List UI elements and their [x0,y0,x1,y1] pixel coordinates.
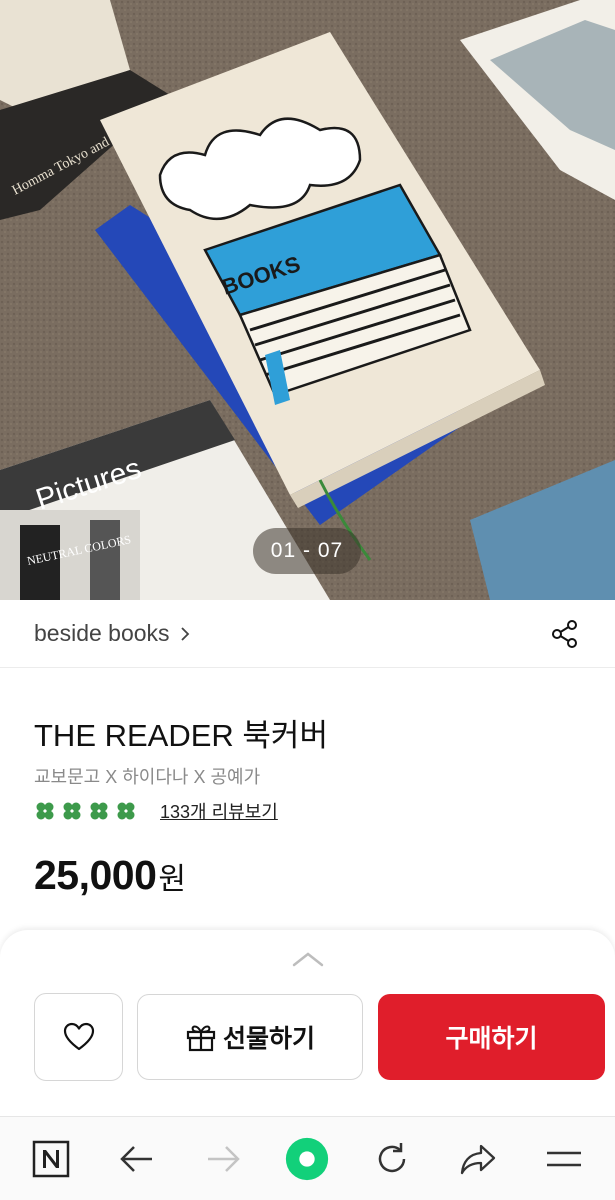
store-name-link[interactable]: beside books [34,620,170,647]
share-icon[interactable] [549,618,581,650]
chevron-right-icon [178,626,192,641]
product-subtitle: 교보문고 X 하이다나 X 공예가 [34,767,261,787]
clover-icon [34,800,56,822]
back-arrow-icon[interactable] [113,1135,161,1183]
price-value: 25,000 [34,852,157,898]
gift-button-label: 선물하기 [222,1025,315,1053]
share-arrow-icon[interactable] [454,1135,502,1183]
clover-icon [115,800,137,822]
green-dot-icon[interactable] [283,1135,331,1183]
clover-icon [88,800,110,822]
buy-button[interactable]: 구매하기 [378,994,605,1080]
refresh-icon[interactable] [368,1135,416,1183]
product-title: THE READER 북커버 [34,718,328,753]
rating-row: 133개 리뷰보기 [34,798,278,824]
product-photo: Homma Tokyo and my Daughter Pictures NEU… [0,0,615,600]
wishlist-button[interactable] [34,993,123,1081]
gift-button[interactable]: 선물하기 [137,994,363,1080]
clover-icon [61,800,83,822]
product-image[interactable]: Homma Tokyo and my Daughter Pictures NEU… [0,0,615,600]
heart-icon [63,1022,94,1051]
browser-navbar [0,1116,615,1200]
price: 25,000 원 [34,852,186,899]
image-counter: 01 - 07 [253,528,361,574]
store-row[interactable]: beside books [0,600,615,668]
chevron-up-icon[interactable] [291,950,325,968]
review-link[interactable]: 133개 리뷰보기 [160,798,278,824]
naver-home-icon[interactable] [27,1135,75,1183]
purchase-sheet: 선물하기 구매하기 [0,930,615,1116]
forward-arrow-icon[interactable] [199,1135,247,1183]
buy-button-label: 구매하기 [445,1025,538,1053]
menu-icon[interactable] [540,1135,588,1183]
gift-icon [186,1025,216,1052]
price-unit: 원 [158,863,187,896]
